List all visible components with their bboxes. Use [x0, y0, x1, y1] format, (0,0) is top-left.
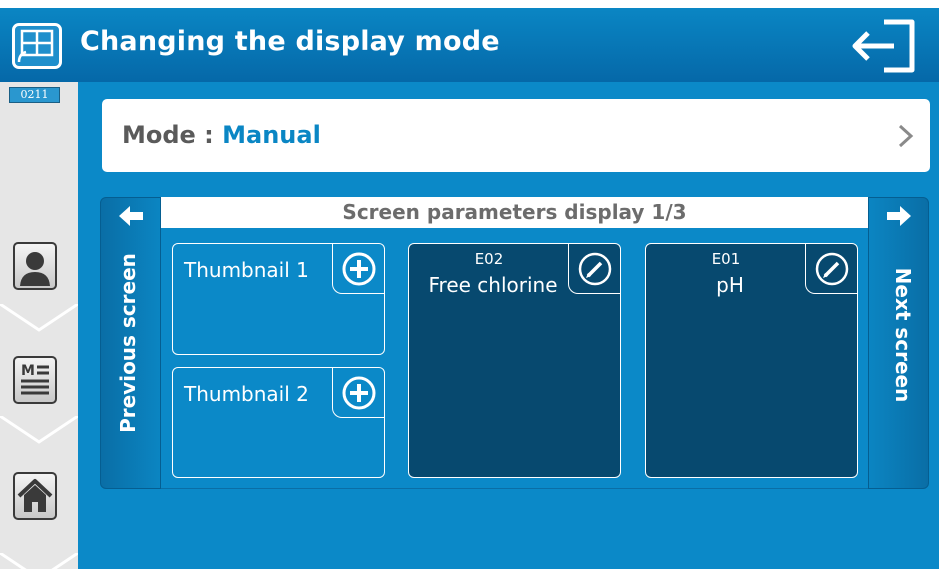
- chevron-down-icon: [0, 416, 78, 444]
- thumbnail-label: Thumbnail 1: [184, 258, 309, 282]
- thumbnail-slot-2[interactable]: Thumbnail 2: [172, 367, 385, 478]
- measure-name: pH: [716, 273, 744, 297]
- previous-screen-button[interactable]: Previous screen: [100, 197, 161, 489]
- page-title: Changing the display mode: [80, 26, 500, 57]
- next-screen-button[interactable]: Next screen: [868, 197, 929, 489]
- plus-circle-icon: [342, 376, 376, 410]
- chevron-down-icon: [0, 304, 78, 332]
- chevron-down-icon: [0, 553, 78, 569]
- sidebar-item-menu[interactable]: M: [0, 334, 78, 446]
- panel-title: Screen parameters display 1/3: [342, 200, 687, 224]
- next-screen-label: Next screen: [891, 267, 915, 403]
- mode-label-text: Mode :: [122, 121, 223, 149]
- mode-selector[interactable]: Mode : Manual: [102, 99, 930, 172]
- panel-body: Thumbnail 1 Thumbnail 2 E02 Free chlorin…: [161, 228, 868, 489]
- thumbnail-label: Thumbnail 2: [184, 382, 309, 406]
- sidebar-item-user[interactable]: [0, 222, 78, 334]
- chevron-right-icon: [898, 124, 914, 148]
- svg-text:M: M: [21, 363, 35, 379]
- screen-parameters-panel: Previous screen Screen parameters displa…: [100, 197, 929, 489]
- measure-name: Free chlorine: [428, 273, 558, 297]
- add-thumbnail-button[interactable]: [332, 244, 384, 294]
- exit-arrow-icon: [852, 19, 915, 73]
- plus-circle-icon: [342, 252, 376, 286]
- mode-value: Manual: [222, 121, 321, 149]
- mode-label: Mode : Manual: [122, 121, 321, 149]
- menu-list-icon: M: [13, 356, 57, 404]
- remote-display-icon: [12, 23, 62, 69]
- measure-code: E01: [711, 250, 741, 268]
- user-icon: [13, 242, 57, 290]
- edit-measure-button[interactable]: [568, 244, 620, 294]
- arrow-right-icon: [887, 206, 911, 226]
- measure-code: E02: [474, 250, 504, 268]
- header-bar: Changing the display mode: [0, 8, 939, 82]
- sidebar-item-home[interactable]: [0, 446, 78, 569]
- home-icon: [13, 472, 57, 520]
- exit-button[interactable]: [848, 18, 918, 74]
- edit-pencil-icon: [578, 252, 612, 286]
- measure-tile-e02[interactable]: E02 Free chlorine: [408, 243, 621, 478]
- panel-title-bar: Screen parameters display 1/3: [161, 197, 868, 228]
- edit-pencil-icon: [815, 252, 849, 286]
- previous-screen-label: Previous screen: [116, 253, 140, 433]
- arrow-left-icon: [119, 206, 143, 226]
- edit-measure-button[interactable]: [805, 244, 857, 294]
- add-thumbnail-button[interactable]: [332, 368, 384, 418]
- thumbnail-slot-1[interactable]: Thumbnail 1: [172, 243, 385, 355]
- device-code-badge: 0211: [9, 87, 60, 103]
- measure-tile-e01[interactable]: E01 pH: [645, 243, 858, 478]
